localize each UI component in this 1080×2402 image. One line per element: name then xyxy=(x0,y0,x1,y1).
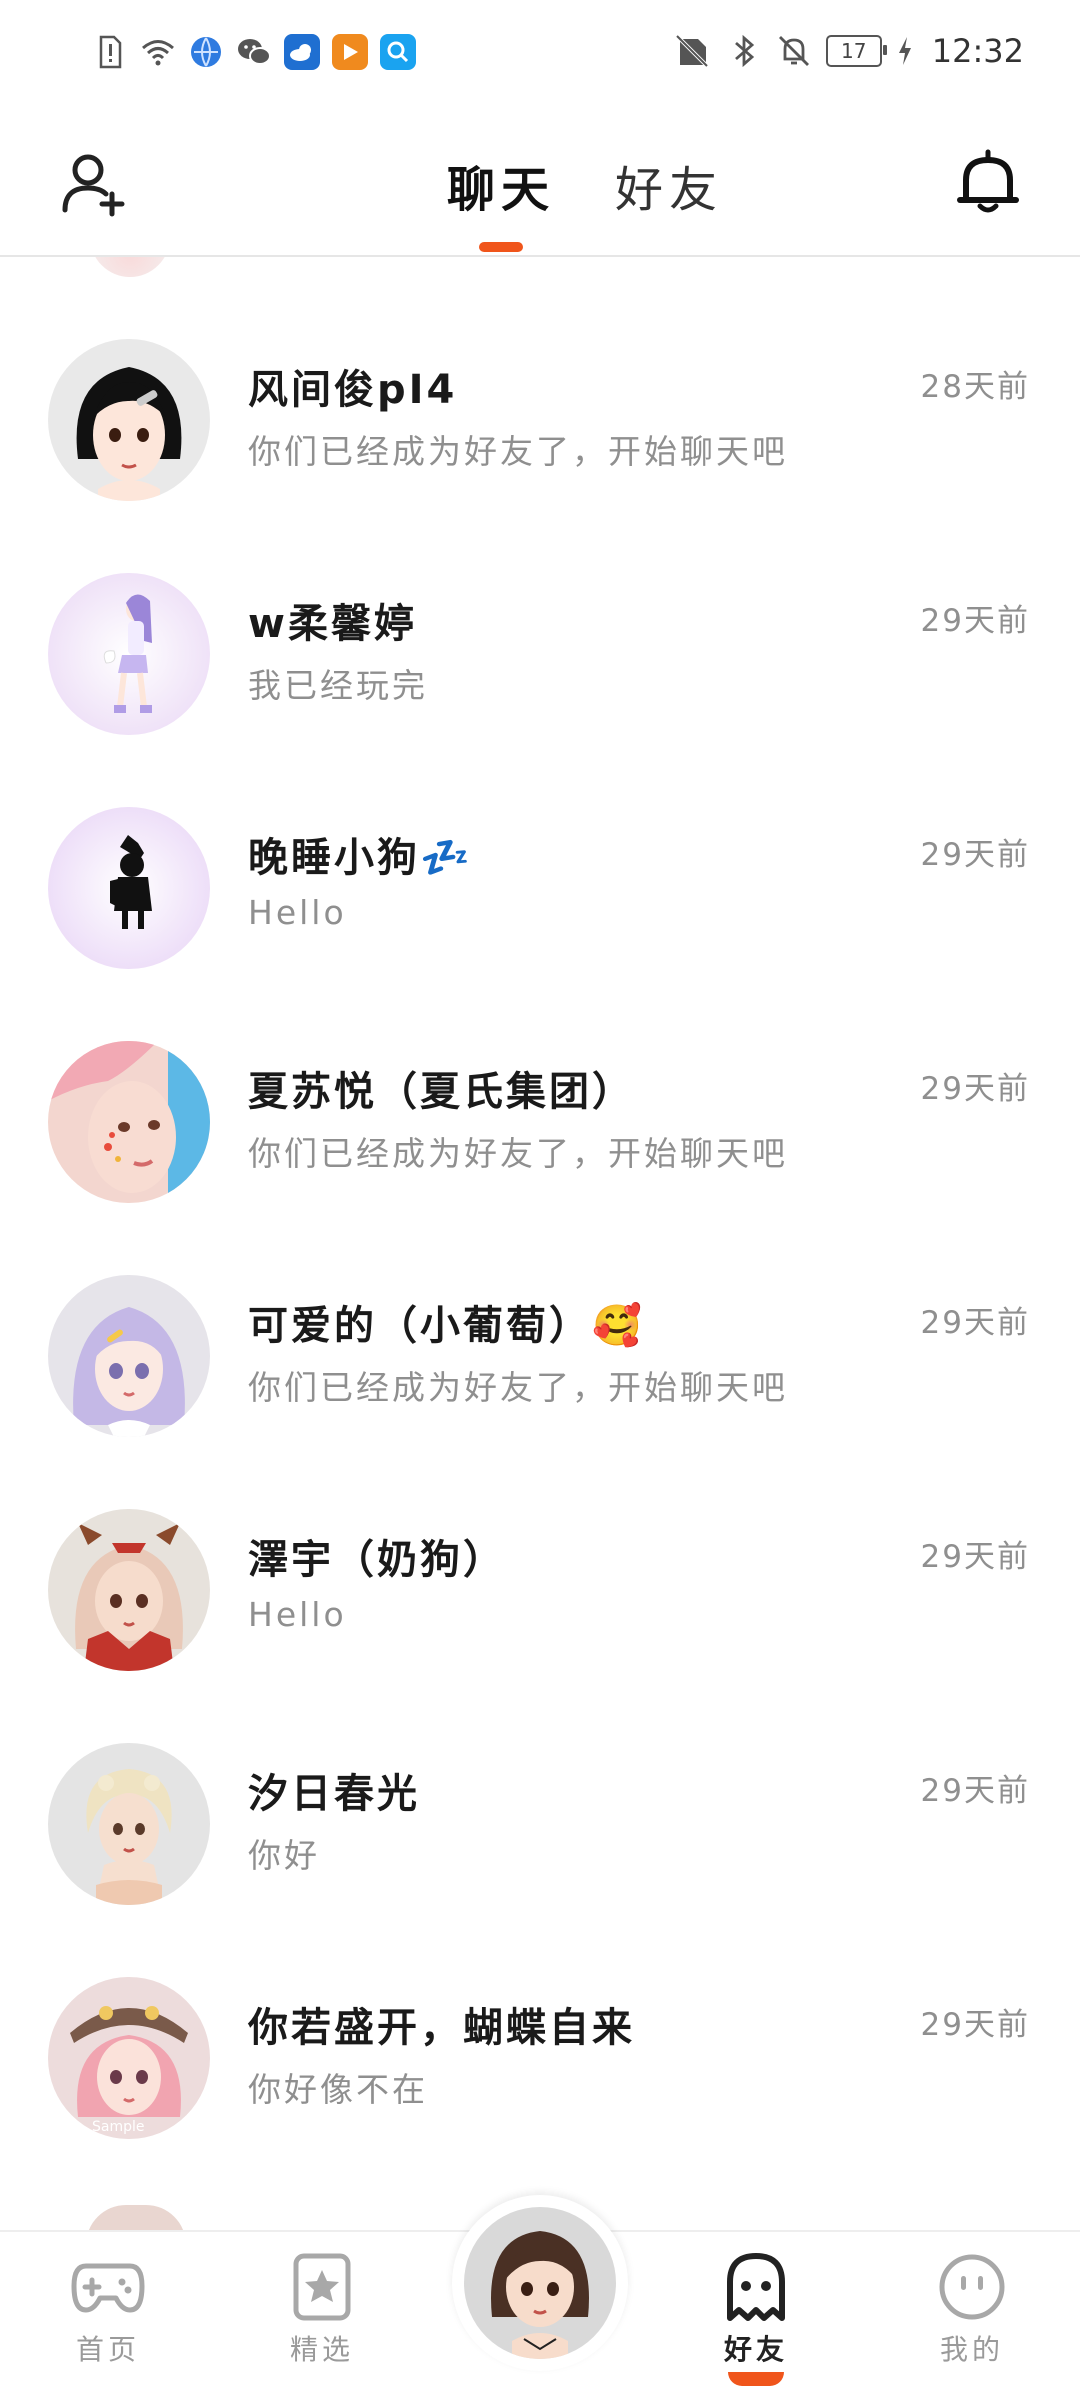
chat-preview: 你们已经成为好友了，开始聊天吧 xyxy=(248,1368,788,1407)
chat-name-text: 可爱的（小葡萄） xyxy=(248,1303,592,1349)
battery-level: 17 xyxy=(841,39,867,63)
chat-list[interactable]: 风间俊pI4 你们已经成为好友了，开始聊天吧 28天前 w柔馨婷 我已经玩完 2… xyxy=(0,257,1080,2230)
browser-app-icon xyxy=(191,37,221,67)
avatar[interactable] xyxy=(48,1275,210,1437)
tab-chat-label: 聊天 xyxy=(446,162,555,218)
chat-item[interactable]: 澤宇（奶狗） Hello 29天前 xyxy=(0,1509,1080,1743)
nav-friends[interactable]: 好友 xyxy=(686,2252,826,2386)
status-bar: 17 12:32 xyxy=(0,0,1080,110)
active-nav-indicator xyxy=(728,2372,784,2386)
chat-preview: 你好 xyxy=(248,1836,320,1875)
chat-item[interactable]: 汐日春光 你好 29天前 xyxy=(0,1743,1080,1977)
top-header: 聊天 好友 xyxy=(0,110,1080,257)
chat-time: 29天前 xyxy=(920,1539,1030,1575)
avatar[interactable] xyxy=(48,573,210,735)
chat-preview: 你们已经成为好友了，开始聊天吧 xyxy=(248,1134,788,1173)
partial-avatar xyxy=(90,257,170,277)
wifi-icon xyxy=(142,40,174,66)
no-sim-icon xyxy=(675,34,709,68)
chat-item[interactable]: 晚睡小狗💤 Hello 29天前 xyxy=(0,807,1080,1041)
smiley-icon xyxy=(939,2254,1005,2320)
center-profile-button[interactable] xyxy=(452,2195,628,2371)
wechat-icon xyxy=(238,39,271,65)
chat-name: 你若盛开，蝴蝶自来 xyxy=(248,2005,635,2051)
nav-home-label: 首页 xyxy=(75,2333,140,2366)
sample-watermark: Sample xyxy=(92,2119,145,2135)
chat-time: 29天前 xyxy=(920,837,1030,873)
nav-home[interactable]: 首页 xyxy=(38,2252,178,2368)
chat-name-text: 晚睡小狗 xyxy=(248,835,420,881)
chat-item[interactable]: 可爱的（小葡萄）🥰 你们已经成为好友了，开始聊天吧 29天前 xyxy=(0,1275,1080,1509)
chat-preview: 你们已经成为好友了，开始聊天吧 xyxy=(248,432,788,471)
star-icon xyxy=(293,2253,351,2321)
search-app-icon xyxy=(380,34,416,70)
avatar[interactable] xyxy=(48,807,210,969)
avatar[interactable] xyxy=(48,1509,210,1671)
chat-name: 风间俊pI4 xyxy=(248,367,458,413)
status-bar-right: 17 12:32 xyxy=(672,32,1024,70)
nav-me[interactable]: 我的 xyxy=(902,2252,1042,2368)
avatar[interactable] xyxy=(48,339,210,501)
tab-bar: 聊天 好友 xyxy=(90,150,1080,252)
chat-name: 夏苏悦（夏氏集团） xyxy=(248,1069,635,1115)
gamepad-icon xyxy=(71,2263,145,2313)
chat-name: w柔馨婷 xyxy=(248,601,417,647)
nav-featured-label: 精选 xyxy=(289,2333,354,2366)
chat-name: 澤宇（奶狗） xyxy=(248,1537,506,1583)
chat-item[interactable]: Sample 你若盛开，蝴蝶自来 你好像不在 29天前 xyxy=(0,1977,1080,2211)
nav-me-label: 我的 xyxy=(939,2333,1004,2366)
chat-time: 29天前 xyxy=(920,2007,1030,2043)
chat-preview: 你好像不在 xyxy=(248,2070,428,2109)
clock: 12:32 xyxy=(931,32,1024,70)
active-tab-indicator xyxy=(478,242,523,252)
chat-time: 29天前 xyxy=(920,1305,1030,1341)
chat-item[interactable]: 夏苏悦（夏氏集团） 你们已经成为好友了，开始聊天吧 29天前 xyxy=(0,1041,1080,1275)
tab-friends[interactable]: 好友 xyxy=(615,150,723,220)
chat-name: 可爱的（小葡萄）🥰 xyxy=(248,1293,645,1351)
chat-preview: Hello xyxy=(248,1595,347,1634)
nav-featured[interactable]: 精选 xyxy=(252,2252,392,2368)
avatar[interactable]: Sample xyxy=(48,1977,210,2139)
battery-icon: 17 xyxy=(825,35,887,67)
tab-chat[interactable]: 聊天 xyxy=(446,150,555,252)
chat-time: 29天前 xyxy=(920,603,1030,639)
chat-item[interactable]: w柔馨婷 我已经玩完 29天前 xyxy=(0,573,1080,807)
avatar[interactable] xyxy=(48,1041,210,1203)
smiling-hearts-emoji: 🥰 xyxy=(592,1303,645,1349)
chat-time: 28天前 xyxy=(920,369,1030,405)
nav-friends-label: 好友 xyxy=(723,2333,788,2366)
video-app-icon xyxy=(332,34,368,70)
bell-icon[interactable] xyxy=(952,146,1024,218)
status-bar-left xyxy=(92,34,416,70)
chat-item[interactable]: 风间俊pI4 你们已经成为好友了，开始聊天吧 28天前 xyxy=(0,339,1080,573)
chat-name: 汐日春光 xyxy=(248,1771,420,1817)
chat-preview: Hello xyxy=(248,893,347,932)
chat-time: 29天前 xyxy=(920,1071,1030,1107)
mute-icon xyxy=(778,36,809,66)
bluetooth-icon xyxy=(734,34,754,68)
alert-icon xyxy=(99,35,122,69)
profile-avatar xyxy=(464,2207,616,2359)
weather-app-icon xyxy=(284,34,320,70)
chat-preview: 我已经玩完 xyxy=(248,666,428,705)
ghost-icon xyxy=(727,2253,785,2321)
charging-icon xyxy=(898,37,911,65)
chat-name: 晚睡小狗💤 xyxy=(248,825,473,883)
sleep-emoji: 💤 xyxy=(420,835,473,881)
chat-time: 29天前 xyxy=(920,1773,1030,1809)
tab-friends-label: 好友 xyxy=(615,162,724,218)
avatar[interactable] xyxy=(48,1743,210,1905)
